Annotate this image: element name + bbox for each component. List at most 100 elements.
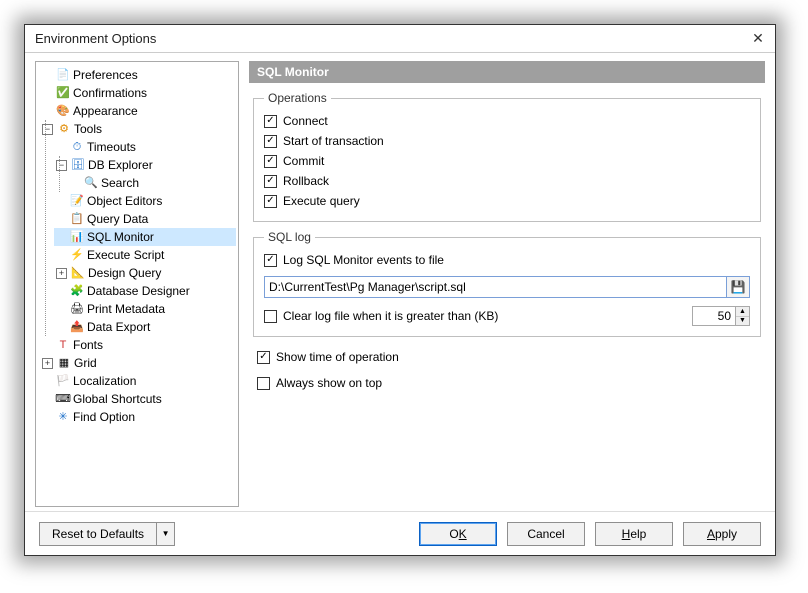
- tree-label: Confirmations: [73, 84, 147, 102]
- operations-legend: Operations: [264, 91, 331, 105]
- checkbox-always-on-top[interactable]: [257, 377, 270, 390]
- checkbox-connect[interactable]: [264, 115, 277, 128]
- execute-script-icon: ⚡: [70, 248, 84, 262]
- tree-item-print-metadata[interactable]: 🖨Print Metadata: [54, 300, 236, 318]
- timeouts-icon: ⏱: [70, 140, 84, 154]
- apply-button[interactable]: Apply: [683, 522, 761, 546]
- close-icon[interactable]: ✕: [747, 29, 769, 49]
- tree-label: SQL Monitor: [87, 228, 154, 246]
- expand-icon[interactable]: +: [56, 268, 67, 279]
- help-button[interactable]: Help: [595, 522, 673, 546]
- chevron-down-icon[interactable]: ▼: [156, 523, 174, 545]
- tree-item-preferences[interactable]: 📄Preferences: [40, 66, 236, 84]
- tree-label: Find Option: [73, 408, 135, 426]
- tree-label: Query Data: [87, 210, 148, 228]
- design-query-icon: 📐: [71, 266, 85, 280]
- tree-item-confirmations[interactable]: ✅Confirmations: [40, 84, 236, 102]
- ok-button[interactable]: OK: [419, 522, 497, 546]
- tree-item-database-designer[interactable]: 🧩Database Designer: [54, 282, 236, 300]
- confirmations-icon: ✅: [56, 86, 70, 100]
- reset-defaults-split-button[interactable]: Reset to Defaults ▼: [39, 522, 175, 546]
- tree-label: Localization: [73, 372, 136, 390]
- tree-item-sql-monitor[interactable]: 📊SQL Monitor: [54, 228, 236, 246]
- tree-item-appearance[interactable]: 🎨Appearance: [40, 102, 236, 120]
- query-data-icon: 📋: [70, 212, 84, 226]
- search-icon: 🔍: [84, 176, 98, 190]
- checkbox-label: Show time of operation: [276, 350, 399, 364]
- tree-item-execute-script[interactable]: ⚡Execute Script: [54, 246, 236, 264]
- tree-label: Timeouts: [87, 138, 136, 156]
- checkbox-label: Start of transaction: [283, 134, 384, 148]
- tree-label: Data Export: [87, 318, 150, 336]
- tree-label: Execute Script: [87, 246, 164, 264]
- dialog-window: Environment Options ✕ 📄Preferences ✅Conf…: [24, 24, 776, 556]
- checkbox-label: Log SQL Monitor events to file: [283, 253, 444, 267]
- tree-item-search[interactable]: 🔍Search: [68, 174, 236, 192]
- tree-label: Design Query: [88, 264, 161, 282]
- tree-item-find-option[interactable]: ✳Find Option: [40, 408, 236, 426]
- nav-tree[interactable]: 📄Preferences ✅Confirmations 🎨Appearance …: [35, 61, 239, 507]
- tree-label: Fonts: [73, 336, 103, 354]
- cancel-button[interactable]: Cancel: [507, 522, 585, 546]
- tools-icon: ⚙: [57, 122, 71, 136]
- localization-icon: 🏳️: [56, 374, 70, 388]
- panel-header: SQL Monitor: [249, 61, 765, 83]
- collapse-icon[interactable]: −: [56, 160, 67, 171]
- log-file-path-input[interactable]: [264, 276, 726, 298]
- checkbox-commit[interactable]: [264, 155, 277, 168]
- tree-label: Global Shortcuts: [73, 390, 162, 408]
- find-option-icon: ✳: [56, 410, 70, 424]
- dialog-body: 📄Preferences ✅Confirmations 🎨Appearance …: [25, 53, 775, 511]
- window-title: Environment Options: [35, 31, 156, 46]
- checkbox-label: Execute query: [283, 194, 360, 208]
- spinner-down-icon[interactable]: ▼: [736, 317, 749, 326]
- tree-label: Appearance: [73, 102, 138, 120]
- reset-defaults-button[interactable]: Reset to Defaults: [40, 523, 156, 545]
- checkbox-label: Connect: [283, 114, 328, 128]
- checkbox-label: Rollback: [283, 174, 329, 188]
- checkbox-label: Commit: [283, 154, 324, 168]
- fonts-icon: T: [56, 338, 70, 352]
- tree-label: Grid: [74, 354, 97, 372]
- db-explorer-icon: 🗄: [71, 158, 85, 172]
- data-export-icon: 📤: [70, 320, 84, 334]
- collapse-icon[interactable]: −: [42, 124, 53, 135]
- content-panel: SQL Monitor Operations Connect Start of …: [249, 61, 765, 507]
- sql-log-legend: SQL log: [264, 230, 315, 244]
- tree-label: Preferences: [73, 66, 138, 84]
- clear-log-size-spinner[interactable]: ▲ ▼: [692, 306, 750, 326]
- checkbox-execute-query[interactable]: [264, 195, 277, 208]
- tree-label: Print Metadata: [87, 300, 165, 318]
- sql-log-group: SQL log Log SQL Monitor events to file 💾…: [253, 230, 761, 337]
- database-designer-icon: 🧩: [70, 284, 84, 298]
- grid-icon: ▦: [57, 356, 71, 370]
- spinner-up-icon[interactable]: ▲: [736, 307, 749, 317]
- print-metadata-icon: 🖨: [70, 302, 84, 316]
- operations-group: Operations Connect Start of transaction …: [253, 91, 761, 222]
- preferences-icon: 📄: [56, 68, 70, 82]
- tree-item-design-query[interactable]: + 📐Design Query: [54, 264, 236, 282]
- clear-log-size-input[interactable]: [693, 307, 735, 325]
- checkbox-label: Clear log file when it is greater than (…: [283, 309, 498, 323]
- tree-label: Database Designer: [87, 282, 190, 300]
- tree-item-fonts[interactable]: TFonts: [40, 336, 236, 354]
- tree-item-db-explorer[interactable]: −🗄DB Explorer: [54, 156, 236, 174]
- tree-item-query-data[interactable]: 📋Query Data: [54, 210, 236, 228]
- checkbox-label: Always show on top: [276, 376, 382, 390]
- tree-item-timeouts[interactable]: ⏱Timeouts: [54, 138, 236, 156]
- checkbox-clear-log[interactable]: [264, 310, 277, 323]
- save-file-icon[interactable]: 💾: [726, 276, 750, 298]
- checkbox-show-time[interactable]: [257, 351, 270, 364]
- tree-item-grid[interactable]: + ▦Grid: [40, 354, 236, 372]
- sql-monitor-icon: 📊: [70, 230, 84, 244]
- tree-item-tools[interactable]: −⚙Tools: [40, 120, 236, 138]
- tree-item-object-editors[interactable]: 📝Object Editors: [54, 192, 236, 210]
- tree-item-global-shortcuts[interactable]: ⌨Global Shortcuts: [40, 390, 236, 408]
- tree-item-data-export[interactable]: 📤Data Export: [54, 318, 236, 336]
- tree-item-localization[interactable]: 🏳️Localization: [40, 372, 236, 390]
- checkbox-log-to-file[interactable]: [264, 254, 277, 267]
- checkbox-start-transaction[interactable]: [264, 135, 277, 148]
- expand-icon[interactable]: +: [42, 358, 53, 369]
- tree-label: DB Explorer: [88, 156, 153, 174]
- checkbox-rollback[interactable]: [264, 175, 277, 188]
